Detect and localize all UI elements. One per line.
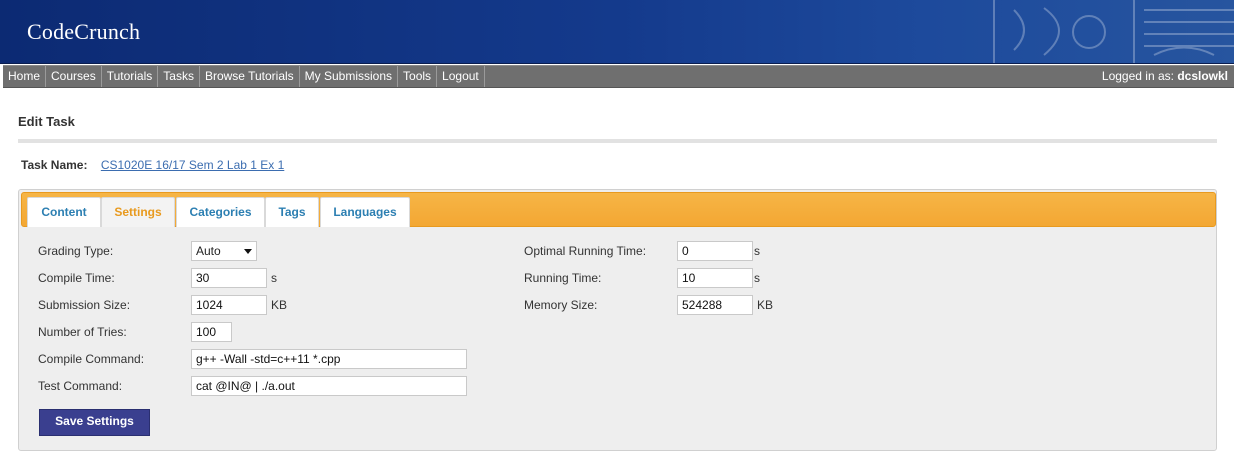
nav-item-tasks[interactable]: Tasks	[158, 66, 200, 87]
nav-item-logout[interactable]: Logout	[437, 66, 485, 87]
running-time-input[interactable]: 10	[677, 268, 753, 288]
title-divider	[18, 139, 1217, 143]
tab-categories[interactable]: Categories	[176, 197, 265, 227]
submission-size-label: Submission Size:	[38, 298, 131, 312]
tab-settings[interactable]: Settings	[101, 197, 175, 227]
page-title: Edit Task	[18, 114, 75, 129]
grading-type-select[interactable]: Auto	[191, 241, 257, 261]
memory-size-input[interactable]: 524288	[677, 295, 753, 315]
nav-item-home[interactable]: Home	[3, 66, 47, 87]
grading-type-label: Grading Type:	[38, 244, 114, 258]
compile-time-unit: s	[271, 271, 277, 285]
nav-item-tutorials[interactable]: Tutorials	[102, 66, 159, 87]
settings-panel: Content Settings Categories Tags Languag…	[18, 189, 1217, 451]
optimal-running-time-unit: s	[754, 244, 760, 258]
chevron-down-icon	[244, 249, 252, 254]
number-of-tries-input[interactable]: 100	[191, 322, 232, 342]
compile-command-label: Compile Command:	[38, 352, 145, 366]
compile-time-label: Compile Time:	[38, 271, 115, 285]
tab-languages[interactable]: Languages	[320, 197, 410, 227]
submission-size-input[interactable]: 1024	[191, 295, 267, 315]
submission-size-unit: KB	[271, 298, 288, 312]
running-time-unit: s	[754, 271, 760, 285]
task-name-row: Task Name: CS1020E 16/17 Sem 2 Lab 1 Ex …	[21, 158, 284, 172]
nav-item-my-submissions[interactable]: My Submissions	[300, 66, 399, 87]
nav-item-browse-tutorials[interactable]: Browse Tutorials	[200, 66, 300, 87]
main-nav: Home Courses Tutorials Tasks Browse Tuto…	[3, 65, 1234, 88]
test-command-label: Test Command:	[38, 379, 123, 393]
login-prefix: Logged in as:	[1101, 69, 1174, 83]
test-command-input[interactable]: cat @IN@ | ./a.out	[191, 376, 467, 396]
optimal-running-time-label: Optimal Running Time:	[524, 244, 647, 258]
memory-size-unit: KB	[757, 298, 774, 312]
username: dcslowkl	[1177, 69, 1228, 83]
compile-command-input[interactable]: g++ -Wall -std=c++11 *.cpp	[191, 349, 467, 369]
task-name-link[interactable]: CS1020E 16/17 Sem 2 Lab 1 Ex 1	[101, 158, 284, 172]
login-status: Logged in as: dcslowkl	[1102, 66, 1228, 87]
save-settings-button[interactable]: Save Settings	[39, 409, 150, 436]
tab-tags[interactable]: Tags	[265, 197, 319, 227]
running-time-label: Running Time:	[524, 271, 602, 285]
tab-bar: Content Settings Categories Tags Languag…	[21, 192, 1216, 227]
nav-item-courses[interactable]: Courses	[46, 66, 102, 87]
memory-size-label: Memory Size:	[524, 298, 598, 312]
header-banner: CodeCrunch	[0, 0, 1234, 64]
tab-content[interactable]: Content	[27, 197, 101, 227]
crest-watermark-icon	[993, 0, 1234, 63]
grading-type-value: Auto	[196, 244, 221, 258]
number-of-tries-label: Number of Tries:	[38, 325, 127, 339]
compile-time-input[interactable]: 30	[191, 268, 267, 288]
nav-item-tools[interactable]: Tools	[398, 66, 438, 87]
optimal-running-time-input[interactable]: 0	[677, 241, 753, 261]
task-name-label: Task Name:	[21, 158, 88, 172]
site-logo[interactable]: CodeCrunch	[27, 19, 140, 45]
